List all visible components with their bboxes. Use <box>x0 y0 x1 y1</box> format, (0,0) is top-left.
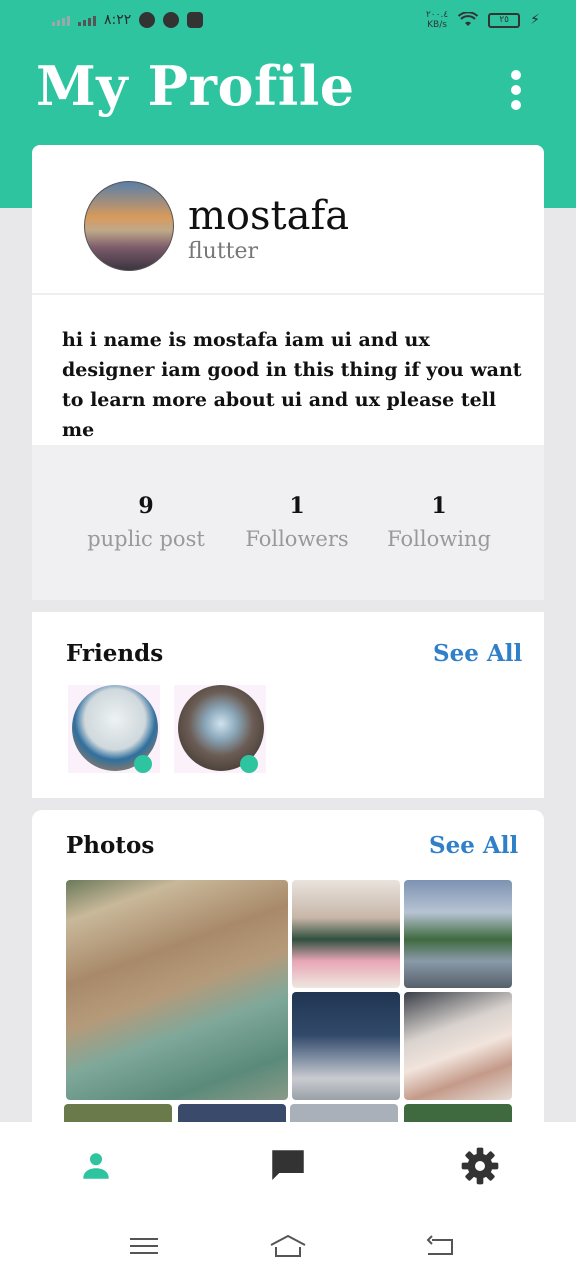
photo-tile[interactable] <box>66 880 288 1100</box>
signal-icon <box>78 14 96 26</box>
home-icon <box>270 1234 306 1257</box>
charging-icon: ⚡ <box>530 12 540 28</box>
network-speed-value: ٢٠٠.٤ <box>425 10 449 20</box>
page-title: My Profile <box>36 54 355 118</box>
photo-tile[interactable] <box>292 880 400 988</box>
stat-value: 9 <box>138 493 154 519</box>
nav-messages[interactable] <box>248 1122 328 1210</box>
recent-apps-button[interactable] <box>126 1232 166 1260</box>
signal-icon <box>52 14 70 26</box>
back-icon <box>426 1235 453 1255</box>
network-speed: ٢٠٠.٤ KB/s <box>426 10 448 30</box>
wifi-icon <box>458 12 479 26</box>
nav-settings[interactable] <box>440 1122 520 1210</box>
stat-following[interactable]: 1 Following <box>382 493 496 551</box>
back-button[interactable] <box>422 1232 462 1260</box>
profile-name: mostafa <box>188 193 350 239</box>
stat-value: 1 <box>431 493 447 519</box>
whatsapp-icon <box>139 12 156 28</box>
youtube-icon <box>187 12 204 28</box>
friend-avatar[interactable] <box>174 685 266 773</box>
menu-icon <box>130 1238 158 1254</box>
stat-label: Followers <box>245 527 349 551</box>
more-options-icon[interactable] <box>508 70 524 110</box>
stat-label: puplic post <box>87 527 205 551</box>
bottom-nav <box>0 1122 576 1210</box>
system-nav-bar <box>0 1210 576 1280</box>
stats-panel: 9 puplic post 1 Followers 1 Following <box>32 445 544 600</box>
chat-icon <box>272 1150 304 1180</box>
photos-title: Photos <box>66 832 155 859</box>
online-indicator <box>240 755 258 773</box>
friend-avatar[interactable] <box>68 685 160 773</box>
divider <box>32 293 544 295</box>
avatar[interactable] <box>84 181 174 271</box>
photo-tile[interactable] <box>292 992 400 1100</box>
profile-subtitle: flutter <box>188 239 259 264</box>
stat-label: Following <box>387 527 491 551</box>
photos-card: Photos See All <box>32 810 544 1130</box>
stat-value: 1 <box>289 493 305 519</box>
photo-tile[interactable] <box>404 992 512 1100</box>
friends-title: Friends <box>66 640 164 667</box>
friends-card: Friends See All <box>32 612 544 798</box>
photos-see-all-link[interactable]: See All <box>429 832 518 859</box>
person-icon <box>83 1153 109 1179</box>
battery-icon: ٢٥ <box>488 12 521 28</box>
home-button[interactable] <box>268 1232 308 1260</box>
status-time: ٨:٢٢ <box>104 12 132 28</box>
nav-profile[interactable] <box>56 1122 136 1210</box>
online-indicator <box>134 755 152 773</box>
network-speed-unit: KB/s <box>427 20 447 30</box>
profile-bio: hi i name is mostafa iam ui and ux desig… <box>62 329 522 441</box>
status-bar: ٨:٢٢ ٢٠٠.٤ KB/s ٢٥ ⚡ <box>0 0 576 44</box>
stat-followers[interactable]: 1 Followers <box>238 493 356 551</box>
stat-posts[interactable]: 9 puplic post <box>82 493 210 551</box>
gear-icon <box>461 1147 499 1185</box>
profile-card: mostafa flutter hi i name is mostafa iam… <box>32 145 544 600</box>
photo-tile[interactable] <box>404 880 512 988</box>
friends-see-all-link[interactable]: See All <box>433 640 522 667</box>
messages-icon <box>163 12 180 28</box>
